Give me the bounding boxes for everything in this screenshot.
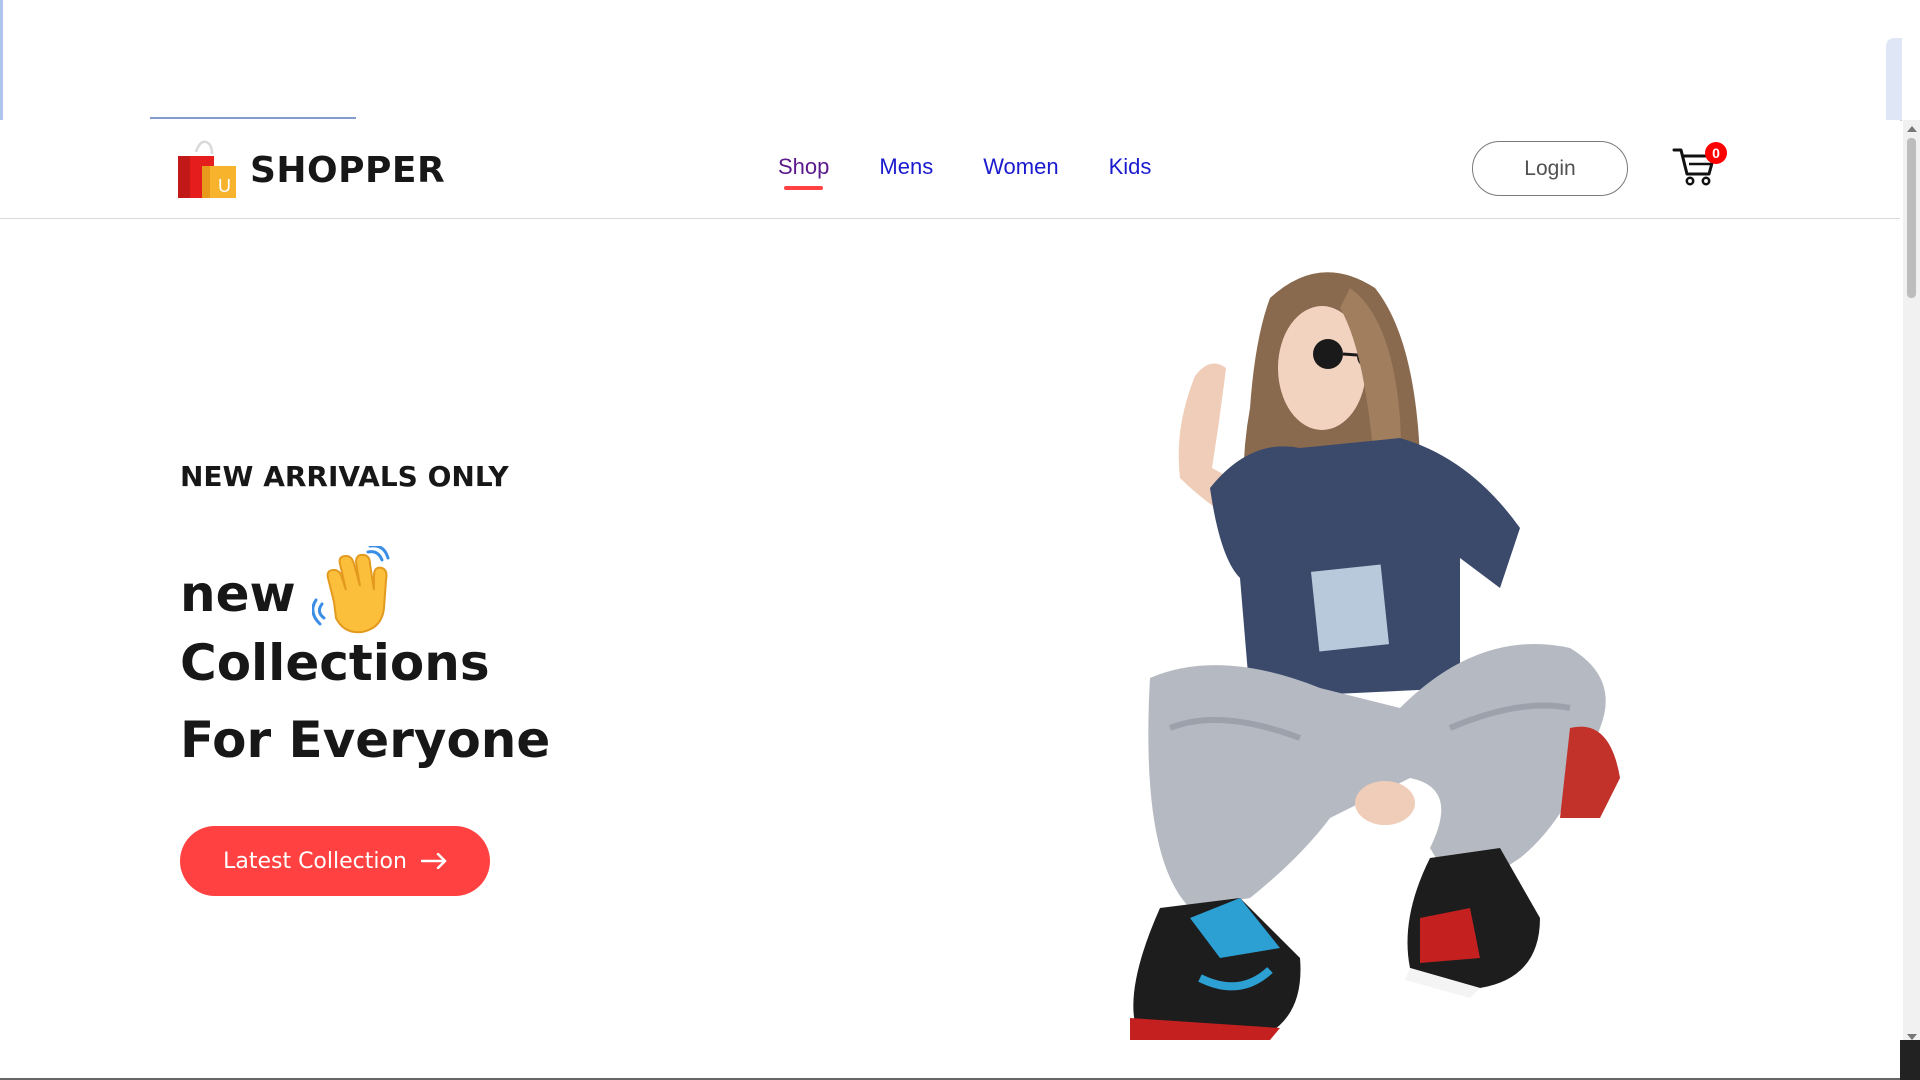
navbar: U SHOPPER Shop Mens Women Kids Login 0 xyxy=(0,120,1900,219)
nav-item-label: Women xyxy=(983,154,1059,179)
hero-line-new-text: new xyxy=(180,565,296,623)
nav-item-shop[interactable]: Shop xyxy=(778,154,830,190)
nav-item-label: Shop xyxy=(778,154,830,179)
active-underline xyxy=(784,186,824,190)
latest-collection-button[interactable]: Latest Collection xyxy=(180,826,490,896)
scroll-thumb[interactable] xyxy=(1907,138,1916,298)
page: U SHOPPER Shop Mens Women Kids Login 0 N… xyxy=(0,0,1920,1080)
scroll-corner xyxy=(1900,1040,1920,1080)
nav-item-women[interactable]: Women xyxy=(983,154,1058,180)
login-button[interactable]: Login xyxy=(1472,141,1628,196)
hero-line-everyone: For Everyone xyxy=(180,711,551,769)
nav-item-mens[interactable]: Mens xyxy=(879,154,933,180)
shopping-bag-icon: U xyxy=(178,140,236,198)
cta-label: Latest Collection xyxy=(223,848,407,874)
nav-item-label: Kids xyxy=(1108,154,1152,179)
waving-hand-icon xyxy=(311,546,390,634)
logo-badge-text: U xyxy=(218,176,231,196)
hero-kicker: NEW ARRIVALS ONLY xyxy=(180,460,509,493)
vertical-scrollbar[interactable] xyxy=(1900,120,1920,1080)
cart-count-badge: 0 xyxy=(1705,142,1727,164)
hero-line-new: new xyxy=(180,546,402,636)
logo-text: SHOPPER xyxy=(250,149,446,191)
arrow-right-icon xyxy=(420,853,447,869)
top-progress-line xyxy=(150,117,356,119)
cart-button[interactable]: 0 xyxy=(1672,142,1727,192)
nav-item-kids[interactable]: Kids xyxy=(1109,154,1152,180)
hero-model-image xyxy=(1130,272,1620,1040)
top-right-tab xyxy=(1886,38,1902,120)
browser-top-area xyxy=(0,0,1902,121)
top-left-edge xyxy=(0,0,3,120)
nav-item-label: Mens xyxy=(879,154,934,179)
nav-menu: Shop Mens Women Kids xyxy=(778,154,1152,190)
logo[interactable]: U SHOPPER xyxy=(176,140,445,200)
scroll-up-arrow-icon[interactable] xyxy=(1907,126,1917,132)
hero-line-collections: Collections xyxy=(180,634,490,692)
hero-text: NEW ARRIVALS ONLY new Collections For Ev… xyxy=(180,460,550,896)
